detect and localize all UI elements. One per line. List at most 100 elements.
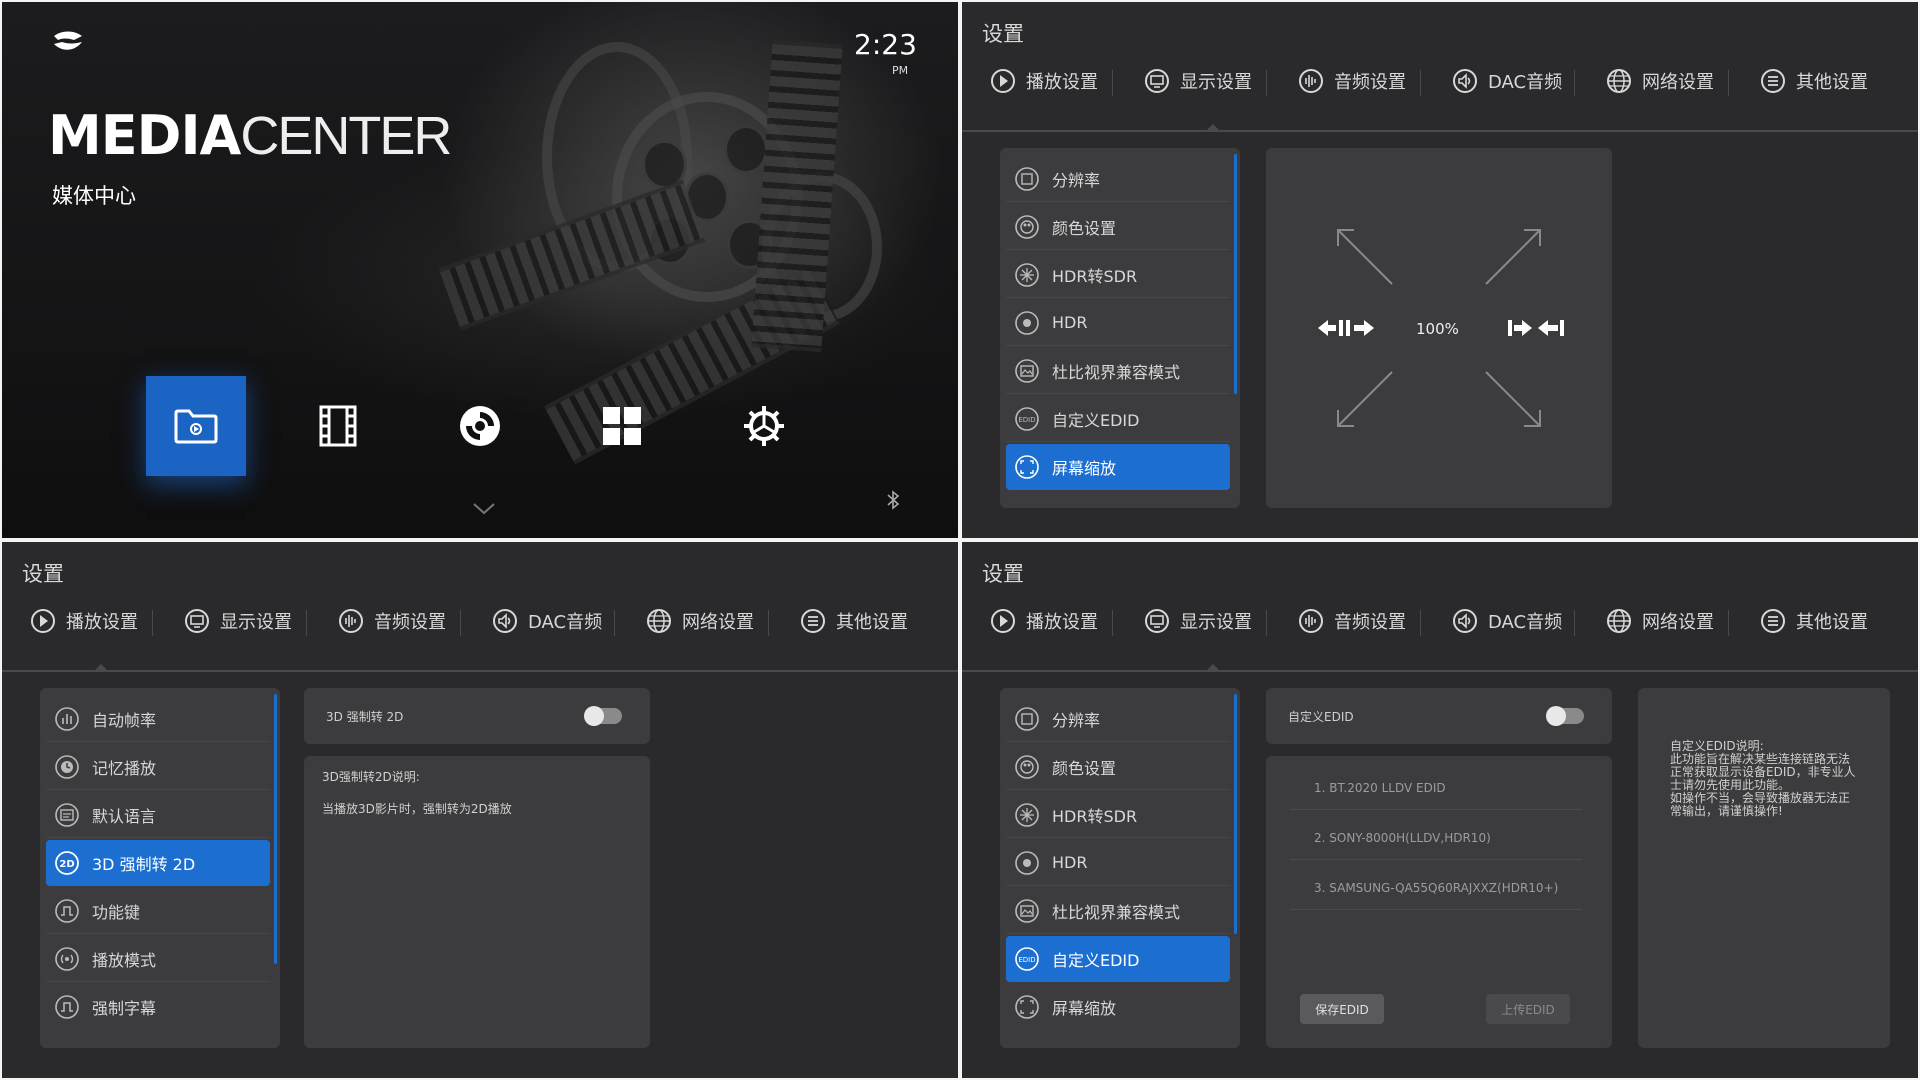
music-button[interactable] <box>430 376 530 476</box>
shrink-horizontal-icon[interactable] <box>1316 317 1376 339</box>
menu-item-resume-playback[interactable]: 记忆播放 <box>46 744 270 790</box>
edid-list-panel: 1. BT.2020 LLDV EDID 2. SONY-8000H(LLDV,… <box>1266 756 1612 1048</box>
tab-display[interactable]: 显示设置 <box>1144 604 1252 638</box>
2d-icon: 2D <box>54 850 80 876</box>
palette-icon <box>1014 754 1040 780</box>
menu-item-play-mode[interactable]: 播放模式 <box>46 936 270 982</box>
tab-network[interactable]: 网络设置 <box>1606 604 1714 638</box>
tab-other[interactable]: 其他设置 <box>1760 64 1868 98</box>
tab-display[interactable]: 显示设置 <box>184 604 292 638</box>
edid-note-panel: 自定义EDID说明: 此功能旨在解决某些连接链路无法 正常获取显示设备EDID，… <box>1638 688 1890 1048</box>
menu-item-function-key[interactable]: 功能键 <box>46 888 270 934</box>
tab-network[interactable]: 网络设置 <box>646 604 754 638</box>
svg-text:2D: 2D <box>59 859 74 870</box>
chart-icon <box>54 706 80 732</box>
tab-other[interactable]: 其他设置 <box>1760 604 1868 638</box>
menu-scrollbar[interactable] <box>274 694 277 964</box>
tab-network[interactable]: 网络设置 <box>1606 64 1714 98</box>
speaker-icon <box>1452 608 1478 634</box>
menu-item-3d-to-2d[interactable]: 2D 3D 强制转 2D <box>46 840 270 886</box>
menu-item-hdr[interactable]: HDR <box>1006 840 1230 886</box>
hdr-icon <box>1014 310 1040 336</box>
resolution-icon <box>1014 706 1040 732</box>
menu-item-screen-zoom[interactable]: 屏幕缩放 <box>1006 444 1230 490</box>
menu-item-dolby-vision[interactable]: 杜比视界兼容模式 <box>1006 888 1230 934</box>
image-icon <box>1014 898 1040 924</box>
menu-item-custom-edid[interactable]: EDID 自定义EDID <box>1006 396 1230 442</box>
menu-item-auto-framerate[interactable]: 自动帧率 <box>46 696 270 742</box>
list-icon <box>1760 68 1786 94</box>
edid-option[interactable]: 1. BT.2020 LLDV EDID <box>1290 766 1582 810</box>
settings-title: 设置 <box>982 562 1024 586</box>
language-icon <box>54 802 80 828</box>
settings-icon <box>744 406 784 446</box>
tab-underline <box>962 130 1918 132</box>
tab-dac-audio[interactable]: DAC音频 <box>1452 64 1562 98</box>
settings-button[interactable] <box>714 376 814 476</box>
tab-other[interactable]: 其他设置 <box>800 604 908 638</box>
monitor-icon <box>1144 608 1170 634</box>
menu-item-color[interactable]: 颜色设置 <box>1006 204 1230 250</box>
menu-item-color[interactable]: 颜色设置 <box>1006 744 1230 790</box>
edid-option[interactable]: 2. SONY-8000H(LLDV,HDR10) <box>1290 816 1582 860</box>
tab-underline <box>2 670 958 672</box>
resolution-icon <box>1014 166 1040 192</box>
desc-title: 3D强制转2D说明: <box>322 770 420 784</box>
hdr-icon <box>1014 850 1040 876</box>
menu-item-screen-zoom[interactable]: 屏幕缩放 <box>1006 984 1230 1030</box>
menu-item-default-language[interactable]: 默认语言 <box>46 792 270 838</box>
function-key-icon <box>54 898 80 924</box>
tab-playback[interactable]: 播放设置 <box>990 604 1098 638</box>
globe-icon <box>1606 608 1632 634</box>
tab-underline <box>962 670 1918 672</box>
globe-icon <box>1606 68 1632 94</box>
settings-tabs: 播放设置 显示设置 音频设置 DAC音频 网络设置 其他设置 <box>962 58 1918 104</box>
video-button[interactable] <box>288 376 388 476</box>
audio-wave-icon <box>1298 608 1324 634</box>
custom-edid-label: 自定义EDID <box>1288 710 1354 724</box>
tab-dac-audio[interactable]: DAC音频 <box>1452 604 1562 638</box>
edid-icon: EDID <box>1014 406 1040 432</box>
settings-tabs: 播放设置 显示设置 音频设置 DAC音频 网络设置 其他设置 <box>2 598 958 644</box>
zoom-value: 100% <box>1416 320 1459 338</box>
apps-button[interactable] <box>572 376 672 476</box>
tab-audio[interactable]: 音频设置 <box>1298 64 1406 98</box>
chevron-down-icon[interactable] <box>472 502 496 516</box>
zoom-icon <box>1014 994 1040 1020</box>
save-edid-button[interactable]: 保存EDID <box>1300 994 1384 1024</box>
palette-icon <box>1014 214 1040 240</box>
audio-wave-icon <box>1298 68 1324 94</box>
tab-audio[interactable]: 音频设置 <box>338 604 446 638</box>
hdr-sdr-icon <box>1014 262 1040 288</box>
play-icon <box>990 608 1016 634</box>
upload-edid-button[interactable]: 上传EDID <box>1486 994 1570 1024</box>
tab-playback[interactable]: 播放设置 <box>30 604 138 638</box>
tab-dac-audio[interactable]: DAC音频 <box>492 604 602 638</box>
brand-logo-icon <box>54 31 82 50</box>
tab-playback[interactable]: 播放设置 <box>990 64 1098 98</box>
speaker-icon <box>1452 68 1478 94</box>
menu-item-resolution[interactable]: 分辨率 <box>1006 696 1230 742</box>
menu-item-resolution[interactable]: 分辨率 <box>1006 156 1230 202</box>
tab-indicator <box>94 664 108 671</box>
menu-item-hdr-to-sdr[interactable]: HDR转SDR <box>1006 792 1230 838</box>
custom-edid-toggle[interactable] <box>1546 706 1584 726</box>
edid-option[interactable]: 3. SAMSUNG-QA55Q60RAJXXZ(HDR10+) <box>1290 866 1582 910</box>
menu-item-custom-edid[interactable]: EDID 自定义EDID <box>1006 936 1230 982</box>
expand-horizontal-icon[interactable] <box>1506 317 1566 339</box>
settings-tabs: 播放设置 显示设置 音频设置 DAC音频 网络设置 其他设置 <box>962 598 1918 644</box>
menu-item-dolby-vision[interactable]: 杜比视界兼容模式 <box>1006 348 1230 394</box>
menu-item-hdr-to-sdr[interactable]: HDR转SDR <box>1006 252 1230 298</box>
display-menu: 分辨率 颜色设置 HDR转SDR HDR 杜比视界兼容模式 EDID 自定义ED… <box>1000 148 1240 508</box>
menu-item-forced-subtitles[interactable]: 强制字幕 <box>46 984 270 1030</box>
tab-display[interactable]: 显示设置 <box>1144 64 1252 98</box>
menu-scrollbar[interactable] <box>1234 694 1237 934</box>
tab-audio[interactable]: 音频设置 <box>1298 604 1406 638</box>
menu-scrollbar[interactable] <box>1234 154 1237 394</box>
zoom-panel: 100% <box>1266 148 1612 508</box>
menu-item-hdr[interactable]: HDR <box>1006 300 1230 346</box>
globe-icon <box>646 608 672 634</box>
3d-to-2d-toggle[interactable] <box>584 706 622 726</box>
app-subtitle: 媒体中心 <box>52 184 136 208</box>
folder-button[interactable] <box>146 376 246 476</box>
